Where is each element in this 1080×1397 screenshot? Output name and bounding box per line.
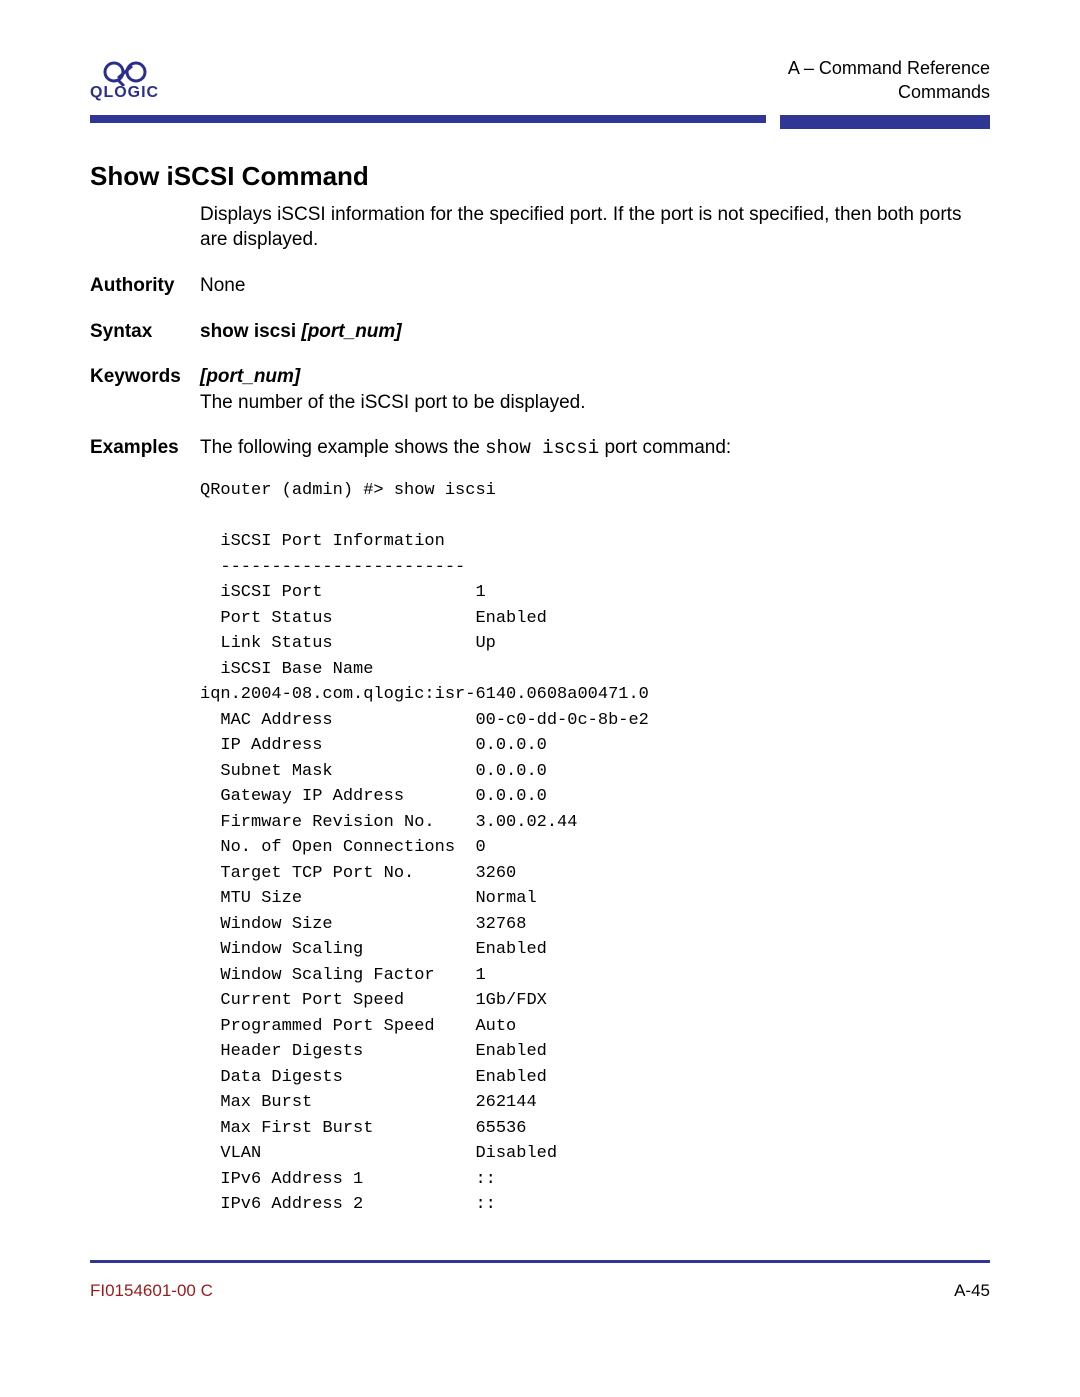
terminal-output: QRouter (admin) #> show iscsi iSCSI Port…	[200, 478, 990, 1218]
keywords-desc: The number of the iSCSI port to be displ…	[200, 392, 586, 413]
examples-sentence-code: show iscsi	[485, 437, 599, 459]
authority-label: Authority	[90, 273, 200, 299]
header-breadcrumb-1: A – Command Reference	[788, 56, 990, 80]
keywords-label: Keywords	[90, 364, 200, 415]
header-breadcrumb-2: Commands	[788, 80, 990, 104]
syntax-command: show iscsi	[200, 321, 301, 342]
examples-sentence-before: The following example shows the	[200, 437, 485, 458]
authority-value: None	[200, 273, 990, 299]
syntax-value: show iscsi [port_num]	[200, 319, 990, 345]
intro-text: Displays iSCSI information for the speci…	[200, 202, 990, 253]
page-title: Show iSCSI Command	[90, 161, 990, 192]
footer-doc-id: FI0154601-00 C	[90, 1281, 213, 1301]
footer-page-number: A-45	[954, 1281, 990, 1301]
examples-label: Examples	[90, 435, 200, 462]
footer-rule	[90, 1260, 990, 1263]
keywords-param: [port_num]	[200, 366, 300, 387]
syntax-param: [port_num]	[301, 321, 401, 342]
syntax-label: Syntax	[90, 319, 200, 345]
keywords-value: [port_num] The number of the iSCSI port …	[200, 364, 990, 415]
examples-value: The following example shows the show isc…	[200, 435, 990, 462]
examples-sentence-after: port command:	[599, 437, 731, 458]
logo-text: QLOGIC	[90, 84, 159, 102]
logo: QLOGIC	[90, 56, 159, 102]
qlogic-icon	[100, 56, 150, 86]
header-right: A – Command Reference Commands	[788, 56, 990, 105]
header-rule	[90, 115, 990, 129]
